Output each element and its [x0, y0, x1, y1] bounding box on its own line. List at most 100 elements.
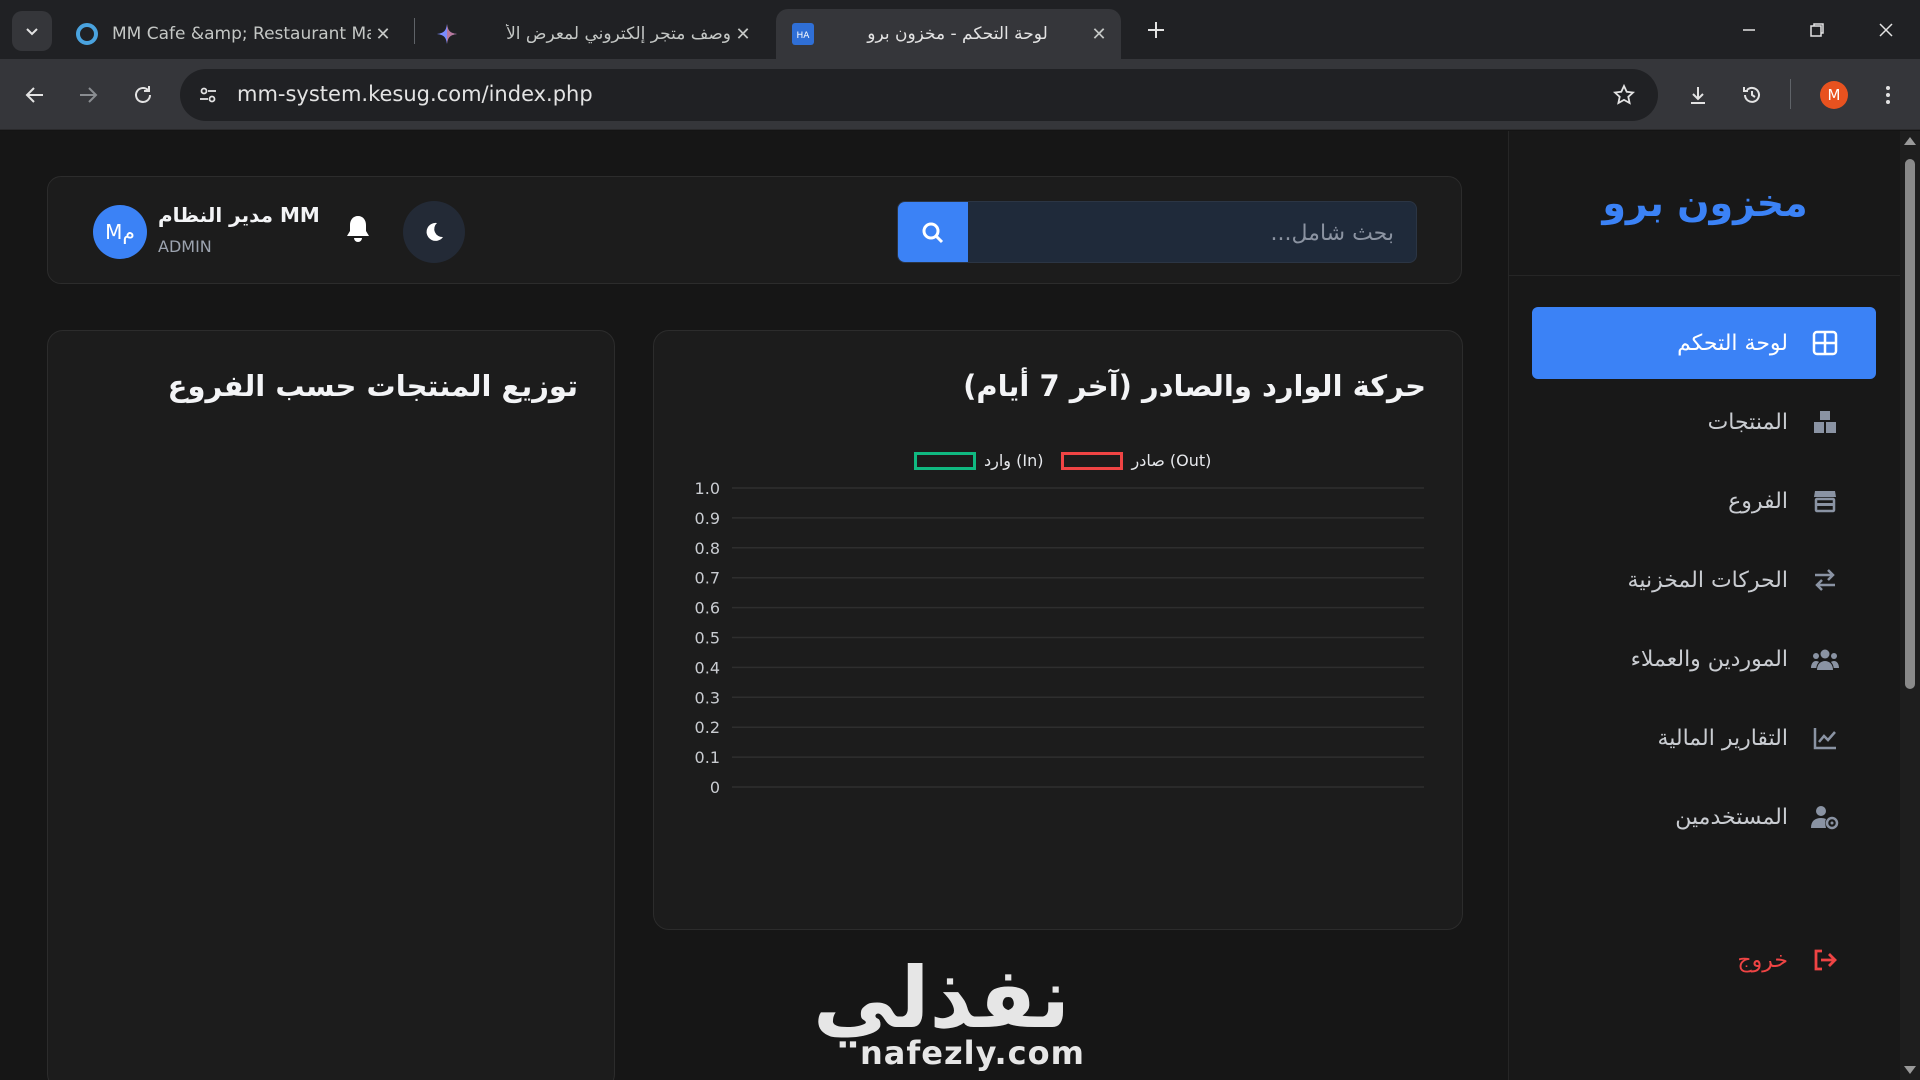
brand: مخزون برو — [1509, 131, 1900, 276]
tab-divider — [414, 18, 415, 44]
moon-icon — [426, 222, 443, 241]
sidebar: مخزون برو لوحة التحكم المنتجات الفروع ال… — [1508, 131, 1900, 1080]
sidebar-item-suppliers-customers[interactable]: الموردين والعملاء — [1532, 623, 1876, 695]
profile-avatar[interactable]: M — [1820, 81, 1848, 109]
logout-button[interactable]: خروج — [1532, 924, 1876, 996]
restore-icon — [1810, 22, 1824, 37]
y-tick-label: 0.3 — [695, 688, 720, 707]
minimize-button[interactable] — [1715, 0, 1783, 59]
bell-icon — [347, 216, 369, 242]
site-info-icon[interactable] — [194, 81, 222, 109]
browser-tab-3-active[interactable]: HA لوحة التحكم - مخزون برو ✕ — [776, 9, 1121, 59]
sidebar-item-label: الموردين والعملاء — [1630, 646, 1788, 672]
chevron-down-icon — [26, 28, 38, 36]
boxes-icon — [1810, 407, 1840, 437]
reload-button[interactable] — [123, 75, 163, 115]
logout-label: خروج — [1737, 947, 1788, 973]
global-search — [897, 201, 1417, 263]
y-tick-label: 1.0 — [695, 479, 720, 498]
y-tick-label: 0 — [710, 778, 720, 797]
scroll-up-arrow-icon[interactable] — [1904, 137, 1916, 145]
browser-tab-2[interactable]: وصف متجر إلكتروني لمعرض الأ ✕ — [420, 9, 765, 59]
browser-tab-1[interactable]: MM Cafe &amp; Restaurant Ma ✕ — [60, 9, 405, 59]
chart-line-icon — [1810, 723, 1840, 753]
minimize-icon — [1743, 28, 1755, 31]
grid-icon — [1810, 328, 1840, 358]
downloads-button[interactable] — [1678, 75, 1718, 115]
more-vert-icon — [1886, 86, 1890, 104]
movement-chart-card: حركة الوارد والصادر (آخر 7 أيام) وارد (I… — [653, 330, 1463, 930]
sidebar-item-label: الحركات المخزنية — [1627, 567, 1788, 593]
y-tick-label: 0.4 — [695, 658, 720, 677]
movement-chart: 1.0 0.9 0.8 0.7 0.6 0.5 0.4 0.3 0.2 0.1 0 — [695, 479, 1424, 797]
browser-menu-button[interactable] — [1868, 75, 1908, 115]
address-bar[interactable]: mm-system.kesug.com/index.php — [180, 69, 1658, 121]
sidebar-item-products[interactable]: المنتجات — [1532, 386, 1876, 458]
tab-title: MM Cafe &amp; Restaurant Ma — [112, 24, 371, 44]
close-icon — [1879, 22, 1893, 37]
brand-title: مخزون برو — [1602, 181, 1808, 225]
url-text[interactable]: mm-system.kesug.com/index.php — [237, 82, 593, 106]
y-tick-label: 0.8 — [695, 539, 720, 558]
close-icon[interactable]: ✕ — [1087, 22, 1111, 46]
close-window-button[interactable] — [1852, 0, 1920, 59]
search-input[interactable] — [968, 202, 1416, 262]
toolbar-divider — [1790, 79, 1791, 109]
browser-toolbar: mm-system.kesug.com/index.php — [0, 59, 1920, 130]
page-scrollbar[interactable] — [1900, 131, 1920, 1080]
watermark-logo-latin: nafezly.com — [860, 1034, 1085, 1072]
svg-text:HA: HA — [797, 31, 811, 41]
search-icon — [922, 222, 944, 244]
y-tick-label: 0.7 — [695, 569, 720, 588]
back-button[interactable] — [15, 75, 55, 115]
distribution-chart-title: توزيع المنتجات حسب الفروع — [167, 369, 578, 403]
ha-favicon-icon: HA — [792, 23, 814, 45]
page-content: مخزون برو لوحة التحكم المنتجات الفروع ال… — [0, 131, 1900, 1080]
user-role: ADMIN — [158, 237, 212, 256]
notifications-button[interactable] — [338, 209, 378, 249]
sidebar-item-dashboard[interactable]: لوحة التحكم — [1532, 307, 1876, 379]
sidebar-item-stock-movements[interactable]: الحركات المخزنية — [1532, 544, 1876, 616]
sidebar-item-label: التقارير المالية — [1657, 725, 1788, 751]
cafe-favicon-icon — [76, 23, 98, 45]
sidebar-item-branches[interactable]: الفروع — [1532, 465, 1876, 537]
close-icon[interactable]: ✕ — [731, 22, 755, 46]
user-avatar[interactable]: Mم — [93, 205, 147, 259]
exchange-icon — [1810, 565, 1840, 595]
user-name: مدير النظام MM — [158, 203, 320, 227]
sidebar-item-label: المستخدمين — [1675, 804, 1788, 830]
distribution-chart-card: توزيع المنتجات حسب الفروع — [47, 330, 615, 1080]
y-tick-label: 0.6 — [695, 599, 720, 618]
theme-toggle-button[interactable] — [403, 201, 465, 263]
scrollbar-thumb[interactable] — [1905, 159, 1915, 689]
user-cog-icon — [1810, 802, 1840, 832]
plus-icon — [1148, 22, 1164, 38]
arrow-right-icon — [80, 87, 98, 103]
top-header: Mم مدير النظام MM ADMIN — [47, 176, 1462, 284]
y-tick-label: 0.5 — [695, 629, 720, 648]
search-button[interactable] — [898, 202, 968, 262]
sidebar-item-financial-reports[interactable]: التقارير المالية — [1532, 702, 1876, 774]
history-button[interactable] — [1732, 75, 1772, 115]
arrow-left-icon — [25, 87, 43, 103]
store-icon — [1810, 486, 1840, 516]
y-tick-label: 0.2 — [695, 718, 720, 737]
reload-icon — [135, 86, 151, 103]
new-tab-button[interactable] — [1138, 12, 1174, 48]
gemini-sparkle-icon — [436, 23, 458, 45]
tab-search-button[interactable] — [12, 11, 52, 51]
close-icon[interactable]: ✕ — [371, 22, 395, 46]
sidebar-item-users[interactable]: المستخدمين — [1532, 781, 1876, 853]
restore-button[interactable] — [1783, 0, 1851, 59]
sidebar-item-label: لوحة التحكم — [1677, 330, 1788, 356]
bookmark-star-icon[interactable] — [1610, 81, 1638, 109]
tab-title: لوحة التحكم - مخزون برو — [867, 24, 1048, 44]
history-icon — [1743, 86, 1760, 103]
download-icon — [1691, 87, 1705, 104]
sign-out-icon — [1810, 945, 1840, 975]
forward-button[interactable] — [68, 75, 108, 115]
sidebar-item-label: الفروع — [1728, 488, 1788, 514]
y-tick-label: 0.9 — [695, 509, 720, 528]
scroll-down-arrow-icon[interactable] — [1904, 1066, 1916, 1074]
browser-tab-bar: MM Cafe &amp; Restaurant Ma ✕ وصف متجر إ… — [0, 0, 1920, 59]
